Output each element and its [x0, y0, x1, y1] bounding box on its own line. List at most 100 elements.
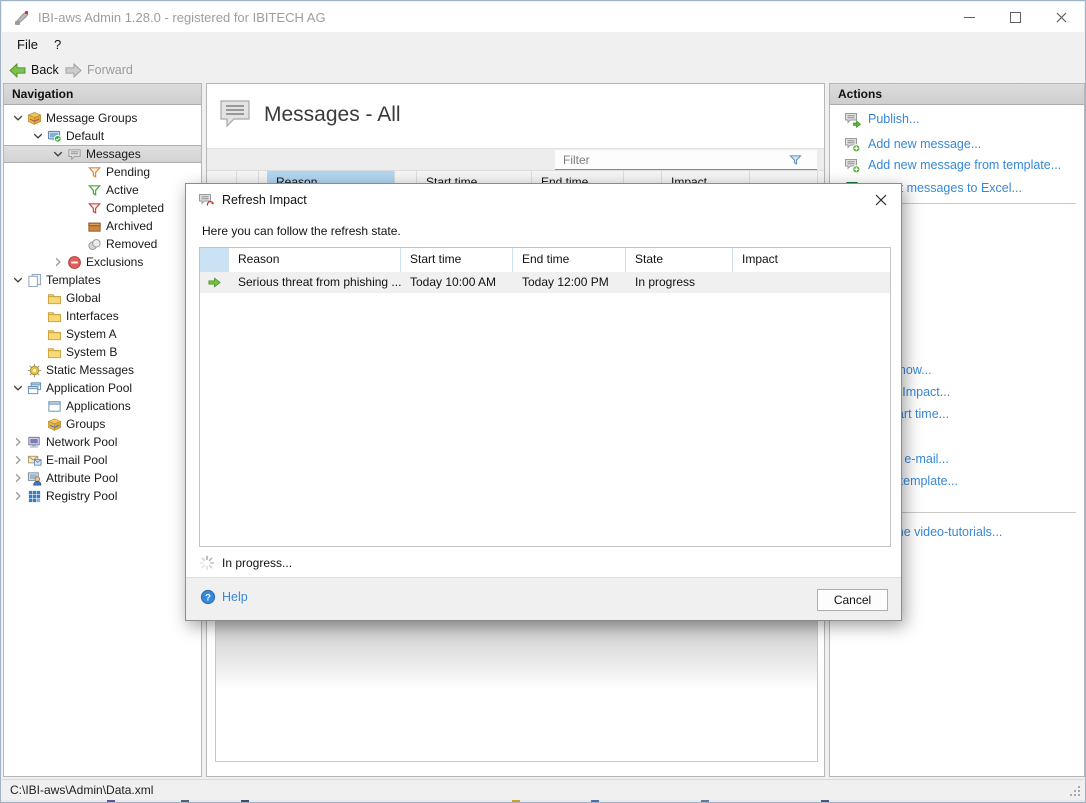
chevron-down-icon[interactable]: [50, 146, 66, 162]
filter-input[interactable]: [555, 150, 817, 170]
registry-pool-icon: [26, 488, 42, 504]
refresh-table-header: Reason Start time End time State Impact: [200, 248, 890, 273]
sidebar-item-label: Removed: [106, 237, 157, 251]
sidebar-item-archived[interactable]: Archived: [4, 217, 201, 235]
sidebar-item-completed[interactable]: Completed: [4, 199, 201, 217]
forward-button[interactable]: Forward: [65, 60, 133, 80]
sidebar-item-global[interactable]: Global: [4, 289, 201, 307]
folder-icon: [46, 290, 62, 306]
chevron-right-icon[interactable]: [10, 434, 26, 450]
chevron-right-icon[interactable]: [50, 254, 66, 270]
menu-bar: File ?: [2, 32, 1084, 58]
dialog-footer: ? Help Cancel: [186, 577, 901, 620]
static-messages-icon: [26, 362, 42, 378]
sidebar-item-exclusions[interactable]: Exclusions: [4, 253, 201, 271]
sidebar-item-system-b[interactable]: System B: [4, 343, 201, 361]
sidebar-item-active[interactable]: Active: [4, 181, 201, 199]
column-selector[interactable]: [200, 248, 229, 272]
refresh-state-table: Reason Start time End time State Impact …: [199, 247, 891, 547]
sidebar-item-label: Interfaces: [66, 309, 119, 323]
column-state[interactable]: State: [626, 248, 733, 272]
sidebar-item-system-a[interactable]: System A: [4, 325, 201, 343]
chevron-down-icon[interactable]: [10, 110, 26, 126]
table-row[interactable]: Serious threat from phishing ... Today 1…: [200, 272, 890, 293]
app-icon: [13, 9, 30, 26]
chevron-right-icon[interactable]: [10, 470, 26, 486]
sidebar-item-applications[interactable]: Applications: [4, 397, 201, 415]
minimize-button[interactable]: [946, 2, 992, 32]
close-button[interactable]: [1038, 2, 1084, 32]
sidebar-item-label: Messages: [86, 147, 141, 161]
folder-icon: [46, 344, 62, 360]
toolbar: Back Forward: [2, 58, 1084, 82]
menu-file[interactable]: File: [17, 37, 38, 52]
cell-start-time: Today 10:00 AM: [401, 272, 513, 293]
spinner-icon: [199, 555, 215, 571]
chevron-down-icon[interactable]: [30, 128, 46, 144]
folder-icon: [46, 326, 62, 342]
sidebar-item-label: Completed: [106, 201, 164, 215]
chevron-right-icon[interactable]: [10, 452, 26, 468]
action-publish[interactable]: Publish...: [844, 110, 919, 128]
help-link[interactable]: ? Help: [200, 589, 248, 605]
sidebar-item-attribute-pool[interactable]: Attribute Pool: [4, 469, 201, 487]
chevron-down-icon[interactable]: [10, 380, 26, 396]
column-reason[interactable]: Reason: [229, 248, 401, 272]
cell-impact: [733, 272, 890, 293]
chevron-down-icon[interactable]: [10, 272, 26, 288]
help-icon: ?: [200, 589, 216, 605]
dialog-close-button[interactable]: [869, 188, 893, 212]
action-add-new-message[interactable]: Add new message...: [844, 135, 981, 153]
sidebar-item-registry-pool[interactable]: Registry Pool: [4, 487, 201, 505]
close-icon: [1056, 12, 1067, 23]
forward-label: Forward: [87, 63, 133, 77]
add-message-template-icon: [844, 157, 861, 174]
email-pool-icon: [26, 452, 42, 468]
column-end-time[interactable]: End time: [513, 248, 626, 272]
add-message-icon: [844, 136, 861, 153]
sidebar-item-pending[interactable]: Pending: [4, 163, 201, 181]
maximize-button[interactable]: [992, 2, 1038, 32]
archive-box-icon: [86, 218, 102, 234]
sidebar-item-default[interactable]: Default: [4, 127, 201, 145]
cancel-button[interactable]: Cancel: [817, 589, 888, 611]
back-button[interactable]: Back: [9, 60, 59, 80]
chevron-right-icon[interactable]: [10, 488, 26, 504]
messages-page-icon: [217, 97, 253, 129]
sidebar-item-static-messages[interactable]: Static Messages: [4, 361, 201, 379]
column-start-time[interactable]: Start time: [401, 248, 513, 272]
back-label: Back: [31, 63, 59, 77]
sidebar-item-application-pool[interactable]: Application Pool: [4, 379, 201, 397]
sidebar-item-email-pool[interactable]: E-mail Pool: [4, 451, 201, 469]
action-label: Add new message...: [868, 137, 981, 151]
page-title: Messages - All: [264, 103, 401, 127]
minimize-icon: [964, 17, 975, 18]
maximize-icon: [1010, 12, 1021, 23]
menu-help[interactable]: ?: [54, 37, 61, 52]
filter-funnel-icon[interactable]: [788, 153, 803, 167]
sidebar-item-templates[interactable]: Templates: [4, 271, 201, 289]
exclusions-icon: [66, 254, 82, 270]
forward-arrow-icon: [65, 63, 82, 78]
column-impact[interactable]: Impact: [733, 248, 890, 272]
message-preview-pane: [215, 602, 818, 762]
sidebar-item-message-groups[interactable]: Message Groups: [4, 109, 201, 127]
sidebar-item-label: Applications: [66, 399, 131, 413]
funnel-active-icon: [86, 182, 102, 198]
funnel-pending-icon: [86, 164, 102, 180]
sidebar-item-label: Active: [106, 183, 139, 197]
sidebar-item-removed[interactable]: Removed: [4, 235, 201, 253]
navigation-header: Navigation: [4, 84, 201, 105]
sidebar-item-messages[interactable]: Messages: [4, 145, 201, 163]
window-title: IBI-aws Admin 1.28.0 - registered for IB…: [38, 10, 326, 25]
sidebar-item-interfaces[interactable]: Interfaces: [4, 307, 201, 325]
action-add-message-from-template[interactable]: Add new message from template...: [844, 156, 1061, 174]
window-controls: [946, 2, 1084, 32]
sidebar-item-network-pool[interactable]: Network Pool: [4, 433, 201, 451]
message-groups-icon: [26, 110, 42, 126]
messages-icon: [66, 146, 82, 162]
status-bar: C:\IBI-aws\Admin\Data.xml: [2, 779, 1084, 800]
sidebar-item-label: Application Pool: [46, 381, 132, 395]
sidebar-item-groups[interactable]: Groups: [4, 415, 201, 433]
resize-grip[interactable]: [1069, 785, 1081, 797]
